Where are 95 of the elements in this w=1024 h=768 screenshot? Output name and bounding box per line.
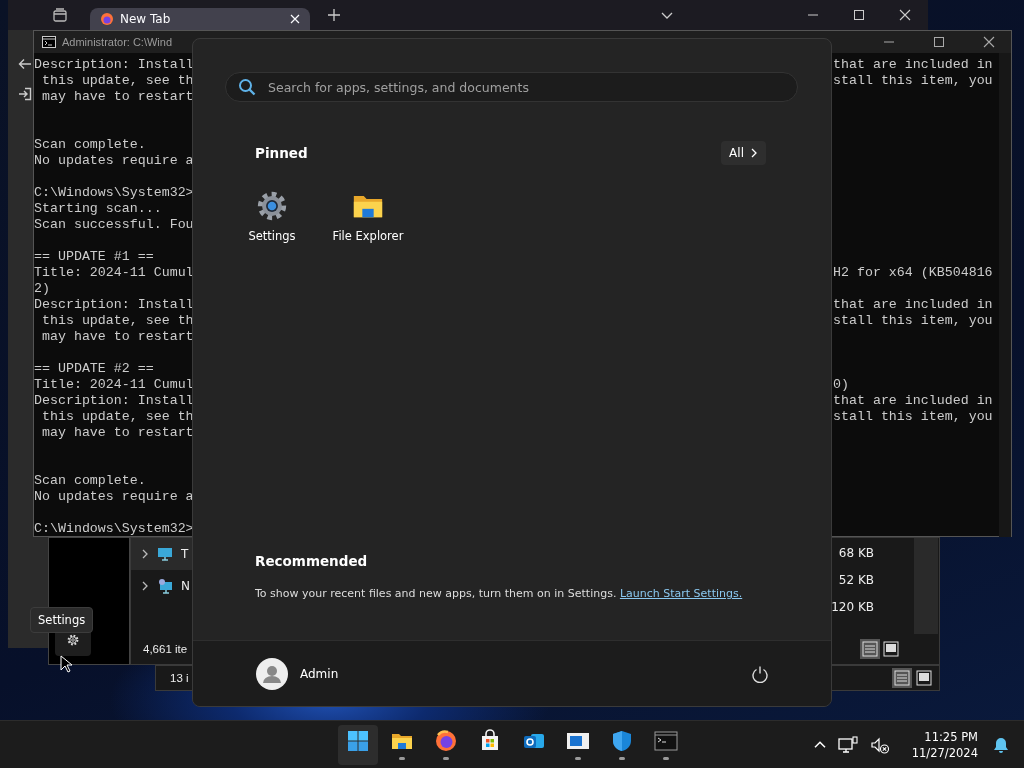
recommended-message: To show your recent files and new apps, turn them on in Settings. Launch Start Settings.	[255, 587, 744, 600]
sign-in-button[interactable]	[18, 87, 32, 101]
all-apps-button[interactable]: All	[721, 141, 766, 165]
chevron-right-icon	[141, 581, 149, 591]
close-icon[interactable]	[290, 14, 300, 24]
terminal-line: Title: 2024-11 Cumul	[34, 265, 194, 281]
tiles-view-button[interactable]	[881, 639, 901, 659]
terminal-line: H2 for x64 (KB504816	[833, 265, 993, 281]
section-title: Pinned	[255, 145, 308, 161]
tree-item[interactable]: N	[131, 570, 192, 602]
caret-up-icon	[813, 741, 826, 748]
terminal-line: C:\Windows\System32>	[34, 185, 194, 201]
terminal-line: 2)	[34, 281, 50, 297]
terminal-icon	[42, 36, 56, 48]
network-computer-icon	[837, 735, 858, 754]
terminal-icon	[654, 729, 678, 753]
terminal-line: may have to restart	[40, 89, 194, 105]
terminal-line: Starting scan...	[34, 201, 162, 217]
tiles-view-button[interactable]	[914, 668, 934, 688]
close-icon	[899, 9, 911, 21]
terminal-line: Description: Install	[34, 297, 194, 313]
large-icons-view-icon	[916, 670, 932, 686]
terminal-line: this update, see th	[40, 313, 194, 329]
browser-logo-icon	[434, 729, 458, 753]
file-size: 52 KB	[838, 573, 874, 587]
plus-icon	[328, 9, 340, 21]
terminal-line: C:\Windows\System32>	[34, 521, 194, 537]
terminal-line: may have to restart	[40, 329, 194, 345]
terminal-line: that are included in	[833, 393, 993, 409]
item-label: T	[181, 547, 189, 561]
browser-logo-icon	[100, 12, 114, 26]
terminal-line: that are included in	[833, 297, 993, 313]
file-size: 68 KB	[838, 546, 874, 560]
terminal-line: that are included in	[833, 57, 993, 73]
bell-icon	[992, 735, 1010, 754]
avatar-icon	[256, 657, 288, 690]
terminal-line: Scan successful. Fou	[34, 217, 194, 233]
item-count: 13 i	[170, 672, 189, 684]
terminal-line: stall this item, you	[833, 409, 993, 425]
terminal-line: may have to restart	[40, 425, 194, 441]
monitor-icon	[157, 546, 173, 562]
tab-list-icon[interactable]	[52, 7, 68, 23]
list-view-icon	[862, 641, 878, 657]
network-button[interactable]	[835, 733, 860, 756]
launch-settings-link[interactable]: Launch Start Settings.	[619, 587, 743, 600]
terminal-line: Scan complete.	[34, 137, 146, 153]
item-count: 4,661 ite	[143, 643, 188, 655]
close-icon	[983, 36, 995, 48]
search-icon	[238, 78, 256, 96]
terminal-line: stall this item, you	[833, 73, 993, 89]
terminal-line: Scan complete.	[34, 473, 146, 489]
chevron-right-icon	[141, 549, 149, 559]
pinned-app[interactable]: Settings	[227, 189, 317, 243]
start-button[interactable]	[338, 724, 378, 765]
terminal-line: this update, see th	[40, 73, 194, 89]
section-title: Recommended	[255, 553, 369, 569]
terminal-line: Description: Install	[34, 57, 194, 73]
clock-button[interactable]: 11:25 PM 11/27/2024	[899, 728, 982, 761]
chevron-right-icon	[750, 148, 758, 158]
maximize-icon	[933, 36, 945, 48]
terminal-line: stall this item, you	[833, 313, 993, 329]
power-button[interactable]	[751, 664, 769, 683]
window-title: Administrator: C:\Wind	[62, 36, 173, 48]
settings-icon	[66, 633, 80, 647]
arrow-left-icon	[18, 57, 32, 71]
maximize-icon	[853, 9, 865, 21]
terminal-line: No updates require a	[34, 153, 194, 169]
terminal-line: this update, see th	[40, 409, 194, 425]
browser-tab[interactable]: New Tab	[90, 8, 310, 30]
pinned-app[interactable]: File Explorer	[323, 189, 413, 243]
network-computer-icon	[157, 578, 173, 594]
item-label: N	[181, 579, 190, 593]
windows-logo-icon	[346, 729, 370, 753]
list-view-icon	[894, 670, 910, 686]
user-button[interactable]: Admin	[256, 657, 339, 690]
tooltip: Settings	[30, 607, 94, 633]
power-icon	[751, 664, 769, 683]
terminal-line: No updates require a	[34, 489, 194, 505]
sign-in-icon	[18, 87, 32, 101]
shield-icon	[610, 729, 634, 753]
speaker-muted-icon	[869, 735, 890, 754]
search-field[interactable]: Search for apps, settings, and documents	[225, 72, 798, 102]
tree-item[interactable]: T	[131, 538, 192, 570]
tab-title: New Tab	[120, 12, 171, 26]
back-button[interactable]	[18, 57, 32, 71]
terminal-line: == UPDATE #2 ==	[34, 361, 154, 377]
terminal-line: Description: Install	[34, 393, 194, 409]
terminal-line: Title: 2024-11 Cumul	[34, 377, 194, 393]
terminal-line: 0)	[833, 377, 849, 393]
settings-icon	[255, 189, 289, 223]
large-icons-view-icon	[883, 641, 899, 657]
clock-time: 11:25 PM	[924, 728, 978, 745]
terminal-line: == UPDATE #1 ==	[34, 249, 154, 265]
file-size: 120 KB	[831, 600, 874, 614]
clock-date: 11/27/2024	[911, 744, 978, 761]
